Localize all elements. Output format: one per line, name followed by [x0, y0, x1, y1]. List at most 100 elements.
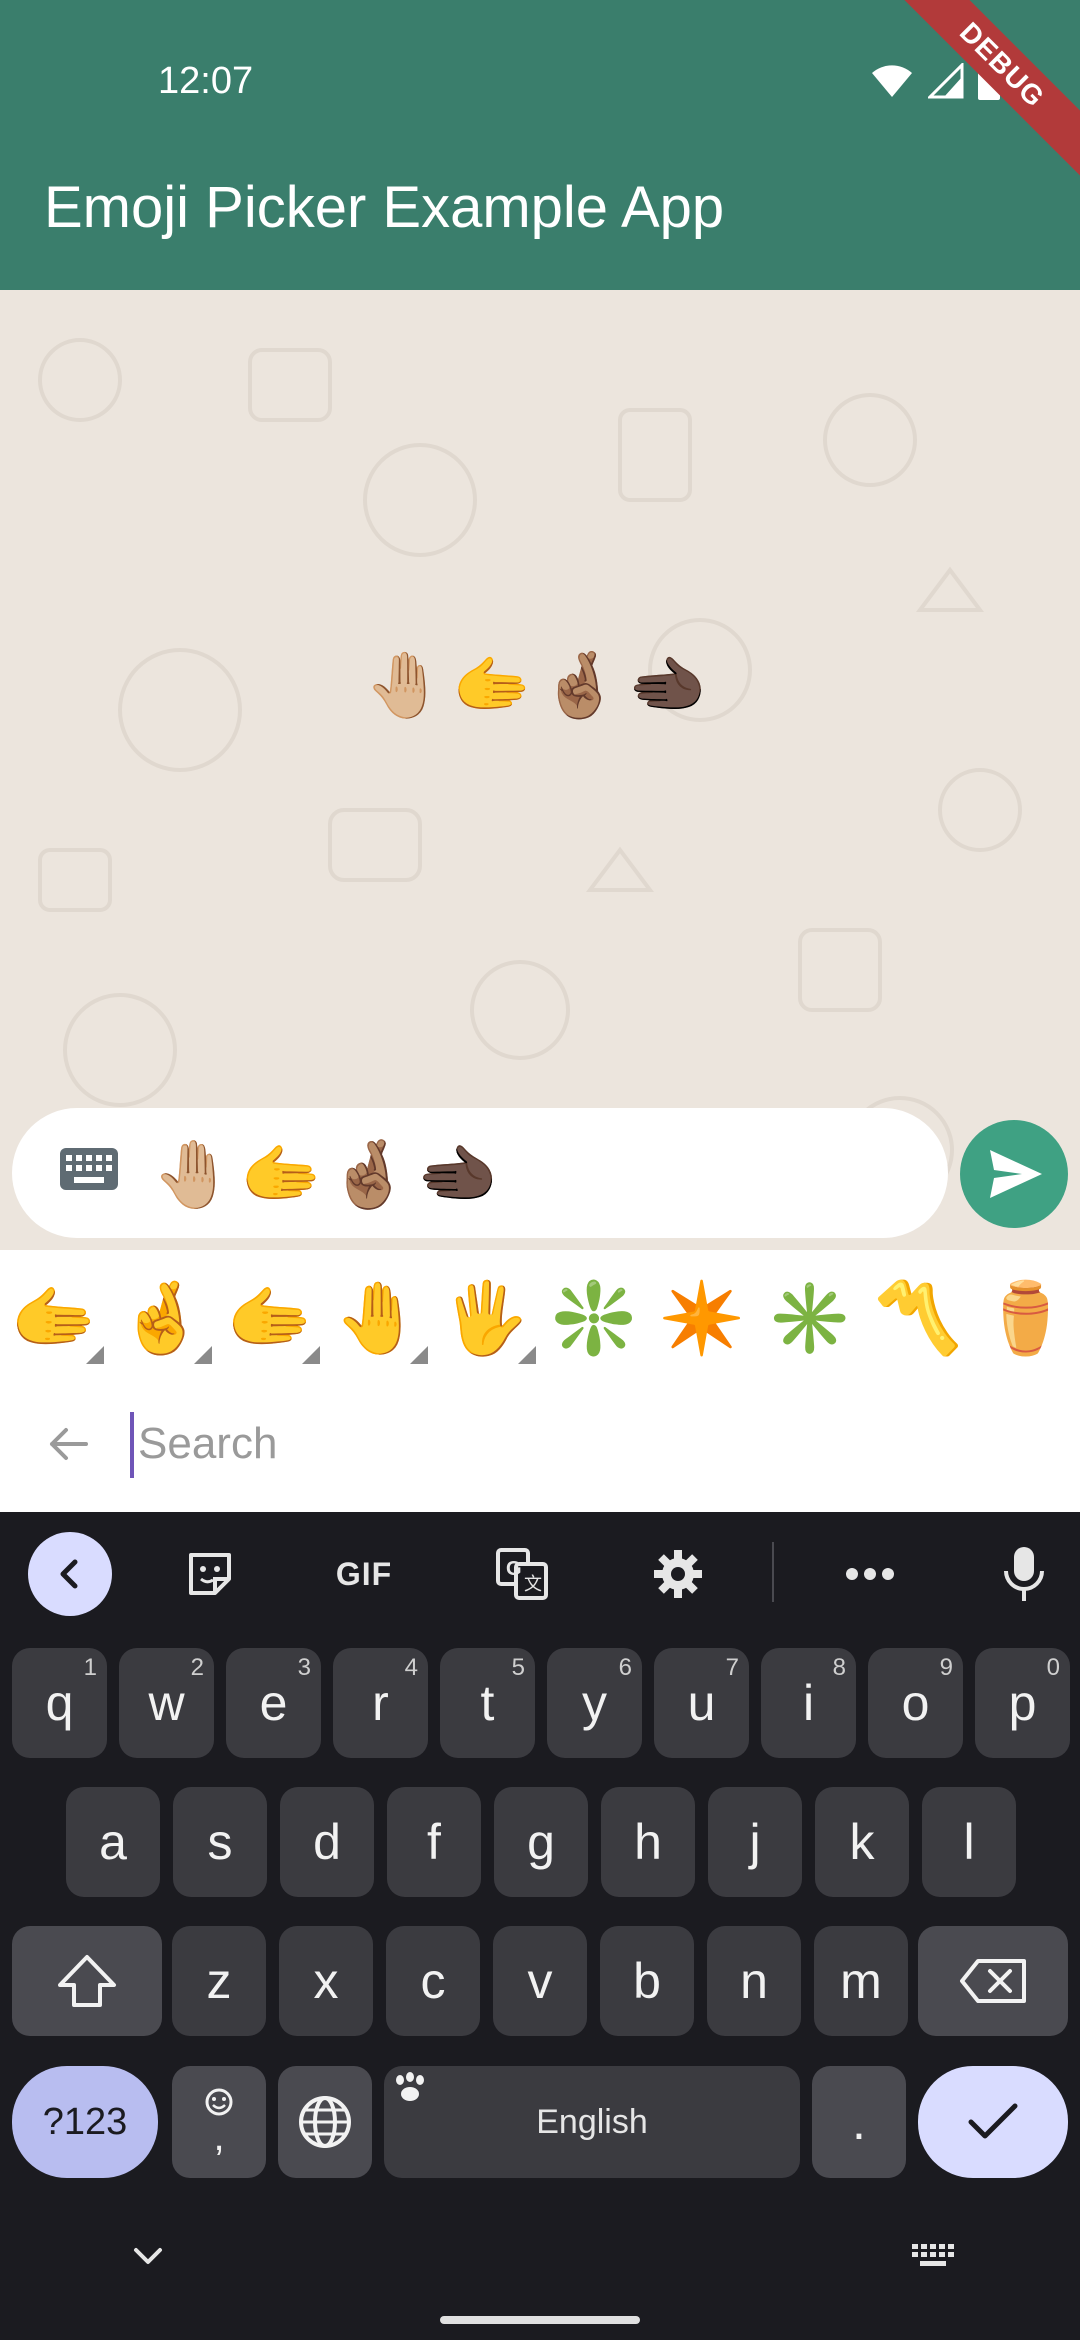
key-label: h: [634, 1814, 662, 1870]
emoji-glyph: 〽️: [874, 1277, 962, 1359]
key-label: g: [527, 1814, 555, 1870]
key-label: r: [372, 1675, 389, 1731]
svg-text:G: G: [506, 1558, 522, 1580]
emoji-glyph: ✴️: [658, 1277, 746, 1359]
backspace-icon: [960, 1959, 1026, 2003]
key-label: n: [740, 1953, 768, 2009]
key-hint: 2: [190, 1654, 204, 1681]
emoji-search-input[interactable]: [138, 1404, 938, 1484]
key-label: j: [749, 1814, 761, 1870]
emoji-picker: 🫱 🤞 🫱 🤚 🖐 ❇️ ✴️ ✳️ 〽️ ⚱️: [0, 1250, 1080, 1512]
skin-tone-indicator: [302, 1346, 320, 1364]
key[interactable]: s: [173, 1787, 267, 1897]
key[interactable]: u7: [654, 1648, 749, 1758]
skin-tone-indicator: [410, 1346, 428, 1364]
key[interactable]: x: [279, 1926, 373, 2036]
emoji-glyph: 🫱: [10, 1277, 98, 1359]
symbols-key[interactable]: ?123: [12, 2066, 158, 2178]
back-arrow-icon[interactable]: [42, 1418, 94, 1470]
key[interactable]: v: [493, 1926, 587, 2036]
key[interactable]: t5: [440, 1648, 535, 1758]
key-label: e: [259, 1675, 288, 1731]
voice-input-button[interactable]: [982, 1532, 1066, 1616]
key-hint: 0: [1046, 1654, 1060, 1681]
keyboard-switch-icon[interactable]: [910, 2242, 956, 2274]
key[interactable]: k: [815, 1787, 909, 1897]
emoji-search-bar: [0, 1382, 1080, 1512]
emoji-cell[interactable]: ✴️: [648, 1264, 756, 1372]
key[interactable]: f: [387, 1787, 481, 1897]
message-input[interactable]: 🤚🏼🫱🤞🏽🫲🏿: [12, 1108, 948, 1238]
key[interactable]: q1: [12, 1648, 107, 1758]
send-button[interactable]: [960, 1120, 1068, 1228]
key[interactable]: o9: [868, 1648, 963, 1758]
backspace-key[interactable]: [918, 1926, 1068, 2036]
key[interactable]: l: [922, 1787, 1016, 1897]
key-label: p: [1008, 1675, 1037, 1731]
gif-button[interactable]: GIF: [322, 1532, 406, 1616]
key-label: y: [582, 1675, 607, 1731]
chevron-left-icon: [60, 1559, 78, 1589]
key[interactable]: m: [814, 1926, 908, 2036]
emoji-cell[interactable]: 🖐: [432, 1264, 540, 1372]
key[interactable]: a: [66, 1787, 160, 1897]
emoji-comma-key[interactable]: ,: [172, 2066, 266, 2178]
key-hint: 9: [939, 1654, 953, 1681]
key[interactable]: h: [601, 1787, 695, 1897]
chat-wallpaper: [38, 338, 1022, 1212]
key-label: i: [802, 1675, 815, 1731]
key-label: l: [963, 1814, 975, 1870]
system-nav-bar: [0, 2200, 1080, 2340]
message-text[interactable]: 🤚🏼🫱🤞🏽🫲🏿: [152, 1136, 505, 1214]
key[interactable]: y6: [547, 1648, 642, 1758]
shift-key[interactable]: [12, 1926, 162, 2036]
gesture-handle[interactable]: [440, 2316, 640, 2324]
key-label: z: [206, 1953, 232, 2009]
chevron-down-icon[interactable]: [130, 2244, 166, 2268]
key[interactable]: c: [386, 1926, 480, 2036]
emoji-cell[interactable]: 🫱: [216, 1264, 324, 1372]
mic-icon: [1004, 1547, 1044, 1601]
key[interactable]: i8: [761, 1648, 856, 1758]
wifi-icon: [872, 65, 912, 97]
space-key[interactable]: English: [384, 2066, 800, 2178]
language-key[interactable]: [278, 2066, 372, 2178]
key-label: s: [207, 1814, 233, 1870]
gif-label: GIF: [335, 1555, 393, 1592]
gear-icon: [654, 1550, 702, 1598]
emoji-glyph: ❇️: [550, 1277, 638, 1359]
enter-key[interactable]: [918, 2066, 1068, 2178]
emoji-icon: [205, 2088, 233, 2116]
translate-button[interactable]: G文: [480, 1532, 564, 1616]
settings-button[interactable]: [636, 1532, 720, 1616]
key[interactable]: w2: [119, 1648, 214, 1758]
sticker-button[interactable]: [168, 1532, 252, 1616]
emoji-cell[interactable]: 〽️: [864, 1264, 972, 1372]
emoji-cell[interactable]: 🫱: [0, 1264, 108, 1372]
period-key[interactable]: .: [812, 2066, 906, 2178]
key-label: v: [527, 1953, 553, 2009]
key-hint: 3: [297, 1654, 311, 1681]
key[interactable]: e3: [226, 1648, 321, 1758]
collapse-toolbar-button[interactable]: [28, 1532, 112, 1616]
emoji-glyph: ⚱️: [982, 1277, 1070, 1359]
key[interactable]: z: [172, 1926, 266, 2036]
emoji-cell[interactable]: ⚱️: [972, 1264, 1080, 1372]
key[interactable]: b: [600, 1926, 694, 2036]
key-hint: 7: [725, 1654, 739, 1681]
keyboard-icon[interactable]: [60, 1148, 118, 1190]
send-icon: [990, 1150, 1042, 1198]
emoji-cell[interactable]: ✳️: [756, 1264, 864, 1372]
emoji-cell[interactable]: ❇️: [540, 1264, 648, 1372]
emoji-cell[interactable]: 🤚: [324, 1264, 432, 1372]
emoji-cell[interactable]: 🤞: [108, 1264, 216, 1372]
key[interactable]: p0: [975, 1648, 1070, 1758]
key[interactable]: d: [280, 1787, 374, 1897]
key[interactable]: n: [707, 1926, 801, 2036]
key[interactable]: g: [494, 1787, 588, 1897]
check-icon: [968, 2103, 1018, 2139]
key[interactable]: j: [708, 1787, 802, 1897]
skin-tone-indicator: [194, 1346, 212, 1364]
more-button[interactable]: [828, 1532, 912, 1616]
key[interactable]: r4: [333, 1648, 428, 1758]
